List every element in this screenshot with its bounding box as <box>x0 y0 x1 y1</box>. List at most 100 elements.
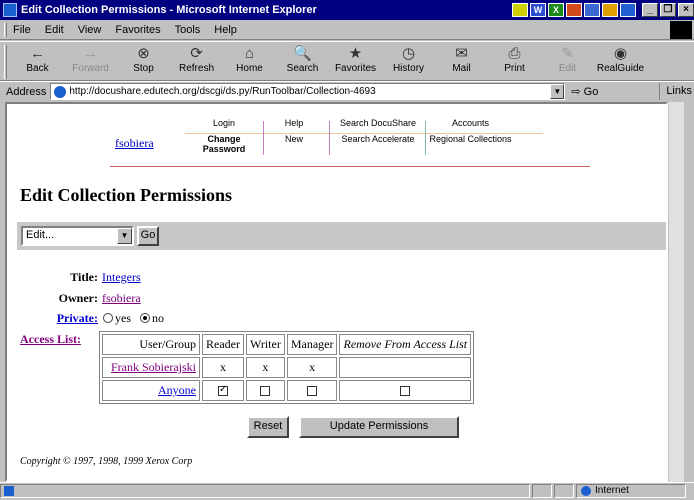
update-permissions-button[interactable]: Update Permissions <box>299 416 459 438</box>
restore-button[interactable]: ❐ <box>660 3 676 17</box>
nav-col-help: Help New <box>269 118 319 150</box>
close-button[interactable]: × <box>678 3 694 17</box>
table-row: Frank Sobierajski x x x <box>102 357 472 378</box>
realguide-icon: ◉ <box>613 45 628 62</box>
standard-toolbar: ← Back → Forward ⊗ Stop ⟳ Refresh ⌂ Home 🔍 Sea… <box>0 41 694 81</box>
explorer-tray-icon[interactable] <box>620 3 636 17</box>
reader-checkbox[interactable] <box>217 384 228 397</box>
back-button[interactable]: ← Back <box>11 42 64 80</box>
history-icon: ◷ <box>401 45 416 62</box>
user-link[interactable]: fsobiera <box>115 136 154 151</box>
menu-edit[interactable]: Edit <box>45 24 64 36</box>
nav-change-password-link[interactable]: Change Password <box>189 134 259 154</box>
stop-icon: ⊗ <box>137 45 150 62</box>
stop-label: Stop <box>133 63 154 74</box>
search-button[interactable]: 🔍 Search <box>276 42 329 80</box>
window-title: Edit Collection Permissions - Microsoft … <box>21 4 317 16</box>
menubar-grip[interactable] <box>4 22 7 37</box>
nav-accounts-link[interactable]: Accounts <box>428 118 513 128</box>
globe-icon <box>581 485 591 496</box>
table-header-row: User/Group Reader Writer Manager Remove … <box>102 334 472 355</box>
col-header-remove: Remove From Access List <box>339 334 472 355</box>
nav-help-link[interactable]: Help <box>269 118 319 128</box>
remove-checkbox[interactable] <box>400 386 411 397</box>
chevron-down-icon[interactable]: ▼ <box>117 228 132 244</box>
favorites-button[interactable]: ★ Favorites <box>329 42 382 80</box>
owner-value-link[interactable]: fsobiera <box>102 291 141 306</box>
nav-regional-collections-link[interactable]: Regional Collections <box>428 134 513 144</box>
reader-cell <box>202 380 244 401</box>
stop-button[interactable]: ⊗ Stop <box>117 42 170 80</box>
address-dropdown-icon[interactable]: ▼ <box>550 84 565 99</box>
reset-button[interactable]: Reset <box>247 416 289 438</box>
minimize-button[interactable]: _ <box>642 3 658 17</box>
status-text-cell <box>0 483 530 498</box>
remove-cell <box>339 357 472 378</box>
window-titlebar: Edit Collection Permissions - Microsoft … <box>0 0 694 20</box>
action-select[interactable]: Edit... ▼ <box>21 226 134 246</box>
private-yes-label: yes <box>115 311 131 325</box>
writer-checkbox[interactable] <box>260 386 271 397</box>
app-tray-icon[interactable] <box>512 3 528 17</box>
address-go-label: Go <box>583 86 599 98</box>
forward-button[interactable]: → Forward <box>64 42 117 80</box>
manager-checkbox[interactable] <box>307 386 318 397</box>
print-button[interactable]: ⎙ Print <box>488 42 541 80</box>
private-no-label: no <box>152 311 164 325</box>
search-label: Search <box>286 63 319 74</box>
nav-new-link[interactable]: New <box>269 134 319 144</box>
vertical-scrollbar[interactable] <box>668 102 684 482</box>
manager-cell <box>286 380 338 401</box>
reader-cell: x <box>202 357 244 378</box>
home-icon: ⌂ <box>244 45 255 62</box>
private-label-link[interactable]: Private: <box>16 311 98 326</box>
nav-login-link[interactable]: Login <box>189 118 259 128</box>
status-zone-label: Internet <box>595 485 629 496</box>
user-link-frank[interactable]: Frank Sobierajski <box>102 357 200 378</box>
word-icon[interactable]: W <box>530 3 546 17</box>
excel-icon[interactable]: X <box>548 3 564 17</box>
mail-button[interactable]: ✉ Mail <box>435 42 488 80</box>
links-button[interactable]: Links <box>659 83 692 100</box>
private-options: yes no <box>103 311 164 326</box>
edit-button[interactable]: ✎ Edit <box>541 42 594 80</box>
mail-icon: ✉ <box>455 45 468 62</box>
menu-help[interactable]: Help <box>214 24 237 36</box>
favorites-icon: ★ <box>348 45 363 62</box>
nav-search-docushare-link[interactable]: Search DocuShare <box>334 118 422 128</box>
status-page-icon <box>4 485 14 496</box>
action-go-button[interactable]: Go <box>137 226 159 246</box>
menu-view[interactable]: View <box>78 24 102 36</box>
toolbar-grip[interactable] <box>4 45 7 79</box>
private-no-radio[interactable] <box>140 313 150 323</box>
address-input[interactable]: http://docushare.edutech.org/dscgi/ds.py… <box>50 83 566 100</box>
edit-label: Edit <box>558 63 577 74</box>
title-value-link[interactable]: Integers <box>102 270 141 285</box>
forward-label: Forward <box>72 63 109 74</box>
refresh-icon: ⟳ <box>190 45 203 62</box>
private-yes-radio[interactable] <box>103 313 113 323</box>
mail-label: Mail <box>452 63 471 74</box>
menu-tools[interactable]: Tools <box>175 24 201 36</box>
menu-file[interactable]: File <box>13 24 31 36</box>
realguide-button[interactable]: ◉ RealGuide <box>594 42 647 80</box>
nav-search-accelerate-link[interactable]: Search Accelerate <box>334 134 422 144</box>
outlook-icon[interactable] <box>584 3 600 17</box>
home-button[interactable]: ⌂ Home <box>223 42 276 80</box>
search-tray-icon[interactable] <box>602 3 618 17</box>
refresh-button[interactable]: ⟳ Refresh <box>170 42 223 80</box>
access-list-link[interactable]: Access List: <box>20 332 81 347</box>
user-link-anyone[interactable]: Anyone <box>102 380 200 401</box>
menu-favorites[interactable]: Favorites <box>115 24 160 36</box>
nav-col-account: Login Change Password <box>189 118 259 160</box>
history-button[interactable]: ◷ History <box>382 42 435 80</box>
search-icon: 🔍 <box>293 45 312 62</box>
copyright-text: Copyright © 1997, 1998, 1999 Xerox Corp <box>20 456 193 467</box>
status-cell-2 <box>532 483 552 498</box>
table-row: Anyone <box>102 380 472 401</box>
forward-arrow-icon: → <box>83 45 98 62</box>
powerpoint-icon[interactable] <box>566 3 582 17</box>
history-label: History <box>392 63 425 74</box>
action-select-value: Edit... <box>26 229 55 241</box>
address-go-button[interactable]: ⇨ Go <box>571 85 598 98</box>
